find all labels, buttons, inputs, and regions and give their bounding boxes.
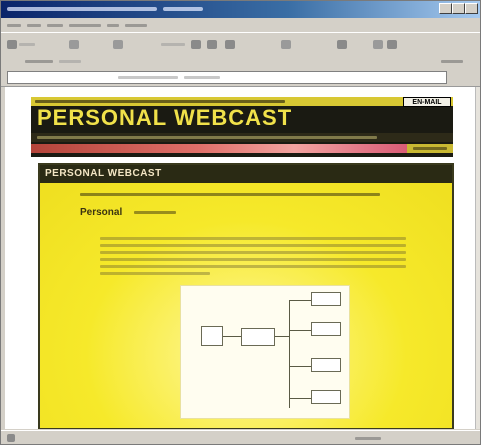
status-bar <box>1 430 480 444</box>
url-text <box>118 76 178 79</box>
close-button[interactable] <box>465 3 478 14</box>
paragraph-line <box>100 251 406 254</box>
address-bar <box>1 56 480 87</box>
paragraph-line <box>100 272 210 275</box>
go-button[interactable] <box>441 60 463 63</box>
edit-icon[interactable] <box>373 40 383 49</box>
diagram-bus <box>289 300 290 408</box>
favorites-icon[interactable] <box>207 40 217 49</box>
stop-icon[interactable] <box>113 40 123 49</box>
section-title: Personal <box>80 207 123 218</box>
diagram-client-node <box>311 292 341 306</box>
navigation-toolbar <box>1 32 480 58</box>
menu-item[interactable] <box>125 24 147 27</box>
vertical-scrollbar[interactable] <box>475 87 480 429</box>
diagram-server-node <box>241 328 275 346</box>
paragraph-line <box>100 265 406 268</box>
menu-item[interactable] <box>47 24 63 27</box>
menu-item[interactable] <box>107 24 119 27</box>
url-text <box>184 76 220 79</box>
url-field[interactable] <box>7 71 447 84</box>
diagram-connector <box>289 398 311 399</box>
toolbar-label <box>19 43 35 46</box>
diagram-client-node <box>311 322 341 336</box>
discuss-icon[interactable] <box>387 40 397 49</box>
diagram-connector <box>223 336 241 337</box>
page-content: PERSONAL WEBCAST EN-MAIL PERSONAL WEBCAS… <box>5 87 475 429</box>
menu-item[interactable] <box>69 24 101 27</box>
history-icon[interactable] <box>225 40 235 49</box>
toolbar-label <box>161 43 185 46</box>
diagram-connector <box>289 366 311 367</box>
paragraph-line <box>100 237 406 240</box>
minimize-button[interactable] <box>439 3 452 14</box>
panel-body: Personal <box>40 183 452 428</box>
status-zone-label <box>355 437 381 440</box>
window-title-placeholder <box>7 7 157 11</box>
print-icon[interactable] <box>337 40 347 49</box>
menu-item[interactable] <box>27 24 41 27</box>
window-title-placeholder <box>163 7 203 11</box>
address-label <box>25 60 53 63</box>
panel-nav-links[interactable] <box>80 193 380 196</box>
paragraph-line <box>100 258 406 261</box>
banner-nav-strip <box>31 133 453 142</box>
paragraph-line <box>100 244 406 247</box>
banner-accent-button[interactable] <box>407 144 453 153</box>
back-icon[interactable] <box>7 40 17 49</box>
mail-icon[interactable] <box>281 40 291 49</box>
banner-title: PERSONAL WEBCAST <box>37 105 293 130</box>
diagram-connector <box>289 330 311 331</box>
page-status-icon <box>7 434 15 442</box>
maximize-button[interactable] <box>452 3 465 14</box>
banner-nav-links[interactable] <box>37 136 377 139</box>
panel-header: PERSONAL WEBCAST <box>40 165 452 183</box>
forward-icon[interactable] <box>69 40 79 49</box>
diagram-connector <box>289 300 311 301</box>
menu-bar <box>1 18 480 32</box>
banner-tagline <box>35 100 285 103</box>
browser-window: PERSONAL WEBCAST EN-MAIL PERSONAL WEBCAS… <box>0 0 481 445</box>
diagram-client-node <box>311 390 341 404</box>
banner-accent-bar <box>31 144 407 153</box>
panel-title: PERSONAL WEBCAST <box>45 168 162 179</box>
section-title-suffix <box>134 211 176 214</box>
window-titlebar[interactable] <box>1 1 480 18</box>
main-panel: PERSONAL WEBCAST Personal <box>38 163 454 429</box>
diagram-connector <box>275 336 289 337</box>
address-label <box>59 60 81 63</box>
search-icon[interactable] <box>191 40 201 49</box>
email-button[interactable]: EN-MAIL <box>403 97 451 107</box>
webcast-diagram <box>180 285 350 419</box>
menu-item[interactable] <box>7 24 21 27</box>
site-banner: PERSONAL WEBCAST EN-MAIL <box>31 97 453 157</box>
diagram-client-node <box>311 358 341 372</box>
diagram-source-node <box>201 326 223 346</box>
banner-accent-label <box>413 147 447 150</box>
